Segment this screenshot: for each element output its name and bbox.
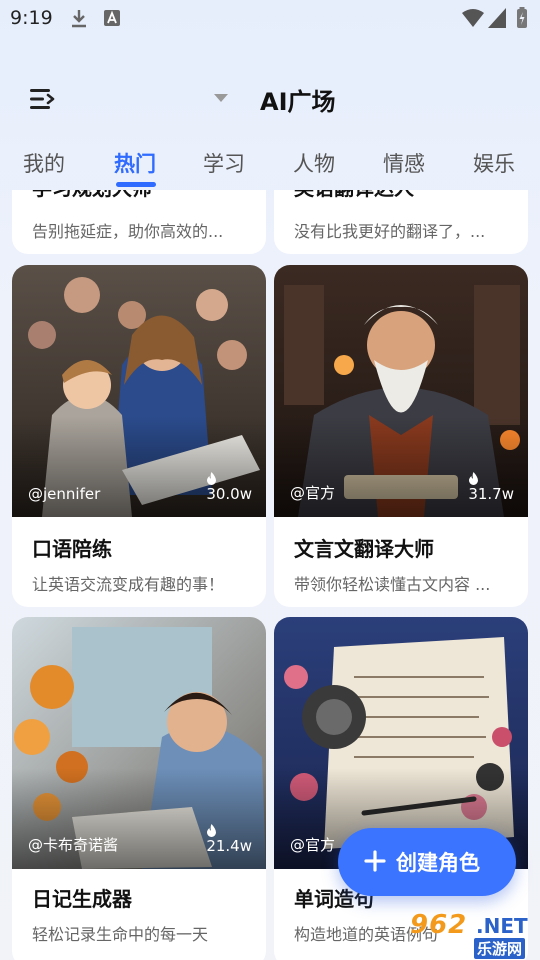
page-title: AI广场 — [260, 88, 336, 116]
character-card[interactable]: 学习规划大师 告别拖延症，助你高效的... — [12, 190, 266, 254]
card-image: @jennifer 30.0w — [12, 265, 266, 517]
status-time: 9:19 — [10, 7, 53, 29]
app-notification-icon — [104, 10, 120, 26]
tab-people[interactable]: 人物 — [293, 148, 335, 178]
card-description: 轻松记录生命中的每一天 — [32, 925, 209, 944]
character-card[interactable]: @官方 单词造句 构造地道的英语例句 — [274, 617, 528, 960]
tab-emotion[interactable]: 情感 — [383, 148, 425, 178]
card-popularity-count: 21.4w — [206, 837, 252, 855]
character-card[interactable]: @卡布奇诺酱 21.4w 日记生成器 轻松记录生命中的每一天 — [12, 617, 266, 960]
card-author: @官方 — [290, 836, 336, 854]
category-tabs: 我的 热门 学习 人物 情感 娱乐 — [0, 140, 540, 188]
card-author: @卡布奇诺酱 — [28, 836, 119, 854]
card-title: 日记生成器 — [32, 887, 132, 911]
card-popularity-count: 30.0w — [206, 485, 252, 503]
wifi-icon — [462, 9, 484, 27]
card-popularity: 30.0w — [206, 472, 252, 503]
watermark-net: .NET — [476, 914, 528, 938]
create-character-label: 创建角色 — [396, 851, 480, 875]
menu-icon[interactable] — [28, 86, 58, 112]
card-description: 带领你轻松读懂古文内容 ... — [294, 575, 491, 594]
card-title: 口语陪练 — [32, 537, 112, 561]
card-image: @卡布奇诺酱 21.4w — [12, 617, 266, 869]
card-author: @官方 — [290, 484, 336, 502]
card-description: 告别拖延症，助你高效的... — [32, 222, 224, 241]
card-title: 文言文翻译大师 — [294, 537, 434, 561]
tab-hot[interactable]: 热门 — [114, 148, 156, 178]
app-header: AI广场 — [0, 70, 540, 130]
card-author: @jennifer — [28, 485, 101, 503]
cellular-signal-icon — [488, 8, 506, 28]
card-title: 英语翻译达人 — [294, 190, 414, 201]
create-character-button[interactable]: 创建角色 — [338, 828, 516, 896]
card-description: 没有比我更好的翻译了，... — [294, 222, 486, 241]
flame-icon — [469, 472, 479, 485]
card-popularity-count: 31.7w — [468, 485, 514, 503]
card-popularity: 21.4w — [206, 824, 252, 855]
watermark-number: 962 — [410, 910, 468, 940]
status-bar: 9:19 — [0, 0, 540, 38]
dropdown-arrow-icon[interactable] — [214, 94, 228, 103]
tab-entertainment[interactable]: 娱乐 — [473, 148, 515, 178]
battery-charging-icon — [517, 7, 527, 28]
site-watermark: 962 .NET 乐游网 — [404, 910, 536, 959]
flame-icon — [207, 824, 217, 837]
flame-icon — [207, 472, 217, 485]
tab-study[interactable]: 学习 — [203, 148, 245, 178]
character-card[interactable]: 英语翻译达人 没有比我更好的翻译了，... — [274, 190, 528, 254]
watermark-site-name: 乐游网 — [474, 938, 526, 959]
tab-mine[interactable]: 我的 — [23, 148, 65, 178]
card-image: @官方 31.7w — [274, 265, 528, 517]
active-tab-indicator — [116, 182, 156, 187]
character-card[interactable]: @jennifer 30.0w 口语陪练 让英语交流变成有趣的事！ — [12, 265, 266, 607]
card-popularity: 31.7w — [468, 472, 514, 503]
download-icon — [72, 10, 86, 28]
character-card[interactable]: @官方 31.7w 文言文翻译大师 带领你轻松读懂古文内容 ... — [274, 265, 528, 607]
plus-icon — [364, 850, 386, 872]
card-title: 学习规划大师 — [32, 190, 152, 201]
card-description: 让英语交流变成有趣的事！ — [32, 575, 225, 594]
